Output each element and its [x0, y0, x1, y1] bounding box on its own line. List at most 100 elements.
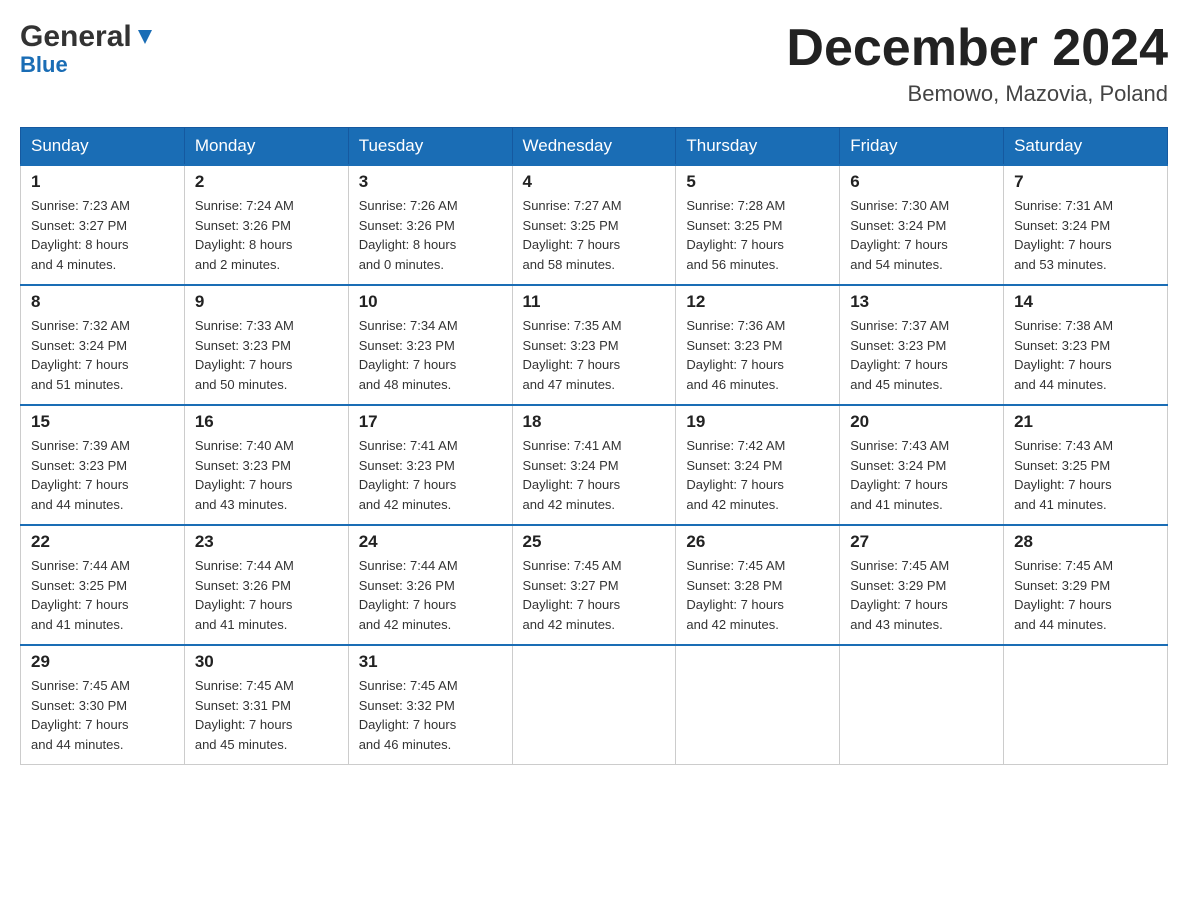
day-number: 17	[359, 412, 502, 432]
calendar-cell: 7 Sunrise: 7:31 AMSunset: 3:24 PMDaylight…	[1004, 165, 1168, 285]
day-info: Sunrise: 7:31 AMSunset: 3:24 PMDaylight:…	[1014, 196, 1157, 274]
day-info: Sunrise: 7:44 AMSunset: 3:26 PMDaylight:…	[359, 556, 502, 634]
calendar-cell: 12 Sunrise: 7:36 AMSunset: 3:23 PMDayligh…	[676, 285, 840, 405]
day-number: 18	[523, 412, 666, 432]
calendar-cell: 14 Sunrise: 7:38 AMSunset: 3:23 PMDayligh…	[1004, 285, 1168, 405]
day-number: 3	[359, 172, 502, 192]
weekday-header-row: Sunday Monday Tuesday Wednesday Thursday…	[21, 128, 1168, 166]
day-info: Sunrise: 7:41 AMSunset: 3:24 PMDaylight:…	[523, 436, 666, 514]
day-number: 9	[195, 292, 338, 312]
day-info: Sunrise: 7:27 AMSunset: 3:25 PMDaylight:…	[523, 196, 666, 274]
day-info: Sunrise: 7:45 AMSunset: 3:30 PMDaylight:…	[31, 676, 174, 754]
day-number: 6	[850, 172, 993, 192]
day-number: 27	[850, 532, 993, 552]
calendar-cell: 20 Sunrise: 7:43 AMSunset: 3:24 PMDayligh…	[840, 405, 1004, 525]
header-thursday: Thursday	[676, 128, 840, 166]
calendar-cell: 1Sunrise: 7:23 AMSunset: 3:27 PMDaylight…	[21, 165, 185, 285]
calendar-cell	[512, 645, 676, 765]
day-info: Sunrise: 7:45 AMSunset: 3:29 PMDaylight:…	[850, 556, 993, 634]
day-info: Sunrise: 7:36 AMSunset: 3:23 PMDaylight:…	[686, 316, 829, 394]
calendar-cell: 28Sunrise: 7:45 AMSunset: 3:29 PMDayligh…	[1004, 525, 1168, 645]
calendar-cell: 6 Sunrise: 7:30 AMSunset: 3:24 PMDaylight…	[840, 165, 1004, 285]
day-number: 30	[195, 652, 338, 672]
day-number: 5	[686, 172, 829, 192]
day-info: Sunrise: 7:32 AMSunset: 3:24 PMDaylight:…	[31, 316, 174, 394]
day-number: 31	[359, 652, 502, 672]
header-sunday: Sunday	[21, 128, 185, 166]
day-info: Sunrise: 7:45 AMSunset: 3:31 PMDaylight:…	[195, 676, 338, 754]
week-row-5: 29 Sunrise: 7:45 AMSunset: 3:30 PMDayligh…	[21, 645, 1168, 765]
day-number: 13	[850, 292, 993, 312]
week-row-2: 8 Sunrise: 7:32 AMSunset: 3:24 PMDaylight…	[21, 285, 1168, 405]
calendar-cell: 27 Sunrise: 7:45 AMSunset: 3:29 PMDayligh…	[840, 525, 1004, 645]
day-number: 20	[850, 412, 993, 432]
day-number: 29	[31, 652, 174, 672]
day-number: 14	[1014, 292, 1157, 312]
day-info: Sunrise: 7:41 AMSunset: 3:23 PMDaylight:…	[359, 436, 502, 514]
header-friday: Friday	[840, 128, 1004, 166]
calendar-cell: 26 Sunrise: 7:45 AMSunset: 3:28 PMDayligh…	[676, 525, 840, 645]
week-row-1: 1Sunrise: 7:23 AMSunset: 3:27 PMDaylight…	[21, 165, 1168, 285]
day-number: 25	[523, 532, 666, 552]
calendar-cell: 25Sunrise: 7:45 AMSunset: 3:27 PMDayligh…	[512, 525, 676, 645]
calendar-cell: 8 Sunrise: 7:32 AMSunset: 3:24 PMDaylight…	[21, 285, 185, 405]
day-info: Sunrise: 7:34 AMSunset: 3:23 PMDaylight:…	[359, 316, 502, 394]
logo-blue-text: Blue	[20, 52, 68, 78]
calendar-cell	[1004, 645, 1168, 765]
calendar-cell: 4Sunrise: 7:27 AMSunset: 3:25 PMDaylight…	[512, 165, 676, 285]
header-saturday: Saturday	[1004, 128, 1168, 166]
day-number: 24	[359, 532, 502, 552]
logo-general-text: General	[20, 20, 132, 54]
day-number: 15	[31, 412, 174, 432]
day-info: Sunrise: 7:43 AMSunset: 3:24 PMDaylight:…	[850, 436, 993, 514]
month-title: December 2024	[786, 20, 1168, 77]
day-info: Sunrise: 7:38 AMSunset: 3:23 PMDaylight:…	[1014, 316, 1157, 394]
day-info: Sunrise: 7:39 AMSunset: 3:23 PMDaylight:…	[31, 436, 174, 514]
day-number: 12	[686, 292, 829, 312]
location-subtitle: Bemowo, Mazovia, Poland	[786, 81, 1168, 107]
day-number: 10	[359, 292, 502, 312]
calendar-cell: 31 Sunrise: 7:45 AMSunset: 3:32 PMDayligh…	[348, 645, 512, 765]
calendar-cell: 11 Sunrise: 7:35 AMSunset: 3:23 PMDayligh…	[512, 285, 676, 405]
calendar-cell: 10 Sunrise: 7:34 AMSunset: 3:23 PMDayligh…	[348, 285, 512, 405]
day-info: Sunrise: 7:30 AMSunset: 3:24 PMDaylight:…	[850, 196, 993, 274]
day-number: 16	[195, 412, 338, 432]
logo: General Blue	[20, 20, 156, 78]
day-info: Sunrise: 7:44 AMSunset: 3:26 PMDaylight:…	[195, 556, 338, 634]
day-info: Sunrise: 7:40 AMSunset: 3:23 PMDaylight:…	[195, 436, 338, 514]
calendar-cell: 13 Sunrise: 7:37 AMSunset: 3:23 PMDayligh…	[840, 285, 1004, 405]
day-number: 7	[1014, 172, 1157, 192]
day-info: Sunrise: 7:43 AMSunset: 3:25 PMDaylight:…	[1014, 436, 1157, 514]
day-info: Sunrise: 7:37 AMSunset: 3:23 PMDaylight:…	[850, 316, 993, 394]
week-row-3: 15 Sunrise: 7:39 AMSunset: 3:23 PMDayligh…	[21, 405, 1168, 525]
day-info: Sunrise: 7:33 AMSunset: 3:23 PMDaylight:…	[195, 316, 338, 394]
day-number: 2	[195, 172, 338, 192]
header-wednesday: Wednesday	[512, 128, 676, 166]
calendar-table: Sunday Monday Tuesday Wednesday Thursday…	[20, 127, 1168, 765]
calendar-cell: 9 Sunrise: 7:33 AMSunset: 3:23 PMDaylight…	[184, 285, 348, 405]
day-info: Sunrise: 7:44 AMSunset: 3:25 PMDaylight:…	[31, 556, 174, 634]
calendar-cell: 17 Sunrise: 7:41 AMSunset: 3:23 PMDayligh…	[348, 405, 512, 525]
day-number: 21	[1014, 412, 1157, 432]
day-number: 26	[686, 532, 829, 552]
title-section: December 2024 Bemowo, Mazovia, Poland	[786, 20, 1168, 107]
page-header: General Blue December 2024 Bemowo, Mazov…	[20, 20, 1168, 107]
calendar-cell: 15 Sunrise: 7:39 AMSunset: 3:23 PMDayligh…	[21, 405, 185, 525]
day-number: 11	[523, 292, 666, 312]
calendar-cell: 21 Sunrise: 7:43 AMSunset: 3:25 PMDayligh…	[1004, 405, 1168, 525]
day-number: 23	[195, 532, 338, 552]
day-number: 22	[31, 532, 174, 552]
day-number: 28	[1014, 532, 1157, 552]
day-info: Sunrise: 7:24 AMSunset: 3:26 PMDaylight:…	[195, 196, 338, 274]
day-info: Sunrise: 7:45 AMSunset: 3:28 PMDaylight:…	[686, 556, 829, 634]
week-row-4: 22 Sunrise: 7:44 AMSunset: 3:25 PMDayligh…	[21, 525, 1168, 645]
calendar-cell: 16 Sunrise: 7:40 AMSunset: 3:23 PMDayligh…	[184, 405, 348, 525]
calendar-cell: 23 Sunrise: 7:44 AMSunset: 3:26 PMDayligh…	[184, 525, 348, 645]
calendar-cell: 22 Sunrise: 7:44 AMSunset: 3:25 PMDayligh…	[21, 525, 185, 645]
calendar-cell	[840, 645, 1004, 765]
header-monday: Monday	[184, 128, 348, 166]
calendar-cell: 18 Sunrise: 7:41 AMSunset: 3:24 PMDayligh…	[512, 405, 676, 525]
day-info: Sunrise: 7:35 AMSunset: 3:23 PMDaylight:…	[523, 316, 666, 394]
day-number: 8	[31, 292, 174, 312]
day-info: Sunrise: 7:45 AMSunset: 3:32 PMDaylight:…	[359, 676, 502, 754]
